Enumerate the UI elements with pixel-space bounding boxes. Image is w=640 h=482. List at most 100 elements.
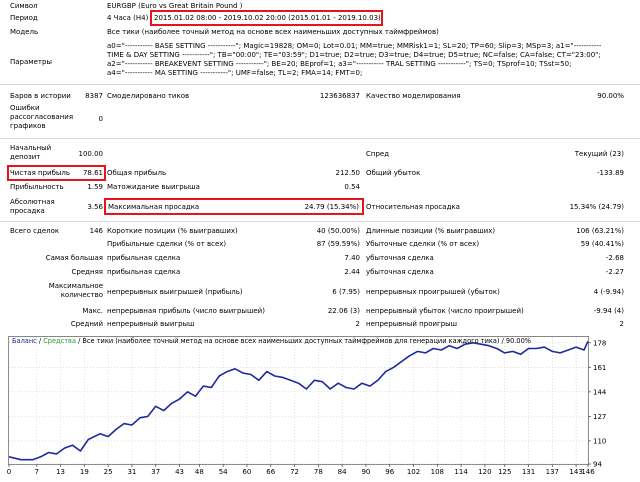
x-tick-label: 31 [127, 468, 136, 476]
x-tick-label: 19 [80, 468, 89, 476]
maximal-label: Макс. [82, 307, 103, 315]
profit-factor-value: 1.59 [87, 183, 103, 191]
loss-trades-value: 59 (40.41%) [580, 240, 624, 248]
errors-value: 0 [98, 115, 103, 123]
spread-value: Текущий (23) [574, 150, 624, 158]
max-cons-wins-value: 6 (7.95) [332, 288, 360, 296]
x-tick-label: 131 [522, 468, 535, 476]
x-tick-label: 7 [35, 468, 39, 476]
deposit-label-1: Начальный [10, 144, 52, 152]
max-label-1: Максимальное [48, 282, 103, 290]
separator [0, 138, 640, 139]
gross-profit-value: 212.50 [335, 169, 361, 177]
legend-equity: Средства [43, 337, 76, 345]
largest-label: Самая большая [45, 254, 103, 262]
largest-profit-label: прибыльная сделка [107, 254, 181, 262]
expected-payoff-value: 0.54 [344, 183, 360, 191]
abs-dd-label-2: просадка [10, 207, 45, 215]
max-dd-highlight [104, 198, 364, 215]
model-value: Все тики (наиболее точный метод на основ… [107, 28, 439, 36]
avg-cons-label: Средний [70, 320, 103, 328]
long-value: 106 (63.21%) [576, 227, 624, 235]
max-cons-losses-label: непрерывных проигрышей (убыток) [366, 288, 500, 296]
avg-cons-losses-label: непрерывный проигрыш [366, 320, 458, 328]
period-prefix: 4 Часа (H4) [107, 14, 149, 22]
separator [0, 221, 640, 222]
max-label-2: количество [60, 291, 103, 299]
x-tick-label: 120 [478, 468, 491, 476]
avg-cons-wins-value: 2 [355, 320, 360, 328]
average-loss-label: убыточная сделка [366, 268, 434, 276]
quality-value: 90.00% [597, 92, 624, 100]
maximal-profit-label: непрерывная прибыль (число выигрышей) [107, 307, 265, 315]
rel-dd-label: Относительная просадка [366, 203, 460, 211]
x-tick-label: 78 [314, 468, 323, 476]
balance-chart: Баланс / Средства / Все тики (наиболее т… [0, 332, 640, 480]
profit-trades-value: 87 (59.59%) [316, 240, 360, 248]
x-tick-label: 0 [7, 468, 11, 476]
deposit-label-2: депозит [10, 153, 41, 161]
average-label: Средняя [71, 268, 103, 276]
max-cons-losses-value: 4 (-9.94) [593, 288, 624, 296]
x-tick-label: 66 [266, 468, 275, 476]
quality-label: Качество моделирования [366, 92, 461, 100]
profit-factor-label: Прибыльность [10, 183, 64, 191]
params-line-1: a0="----------- BASE SETTING -----------… [107, 42, 602, 50]
period-highlight [150, 10, 383, 26]
total-trades-label: Всего сделок [10, 227, 60, 235]
symbol-label: Символ [10, 2, 38, 10]
max-cons-wins-label: непрерывных выигрышей (прибыль) [107, 288, 243, 296]
x-tick-label: 60 [242, 468, 251, 476]
abs-dd-label-1: Абсолютная [10, 198, 55, 206]
x-tick-label: 54 [219, 468, 228, 476]
chart-header: Баланс / Средства / Все тики (наиболее т… [12, 337, 531, 345]
y-tick-label: 178 [593, 339, 606, 347]
params-line-2: TIME & DAY SETTING -----------"; TB="00:… [107, 51, 601, 59]
gross-loss-value: -133.89 [596, 169, 624, 177]
x-tick-label: 114 [454, 468, 468, 476]
x-tick-label: 102 [407, 468, 420, 476]
x-tick-label: 96 [385, 468, 394, 476]
net-profit-highlight [7, 165, 106, 181]
average-profit-label: прибыльная сделка [107, 268, 181, 276]
errors-label-3: графиков [10, 122, 46, 130]
ticks-label: Смоделировано тиков [107, 92, 190, 100]
y-tick-label: 144 [593, 388, 607, 396]
gross-profit-label: Общая прибыль [107, 169, 167, 177]
x-tick-label: 13 [56, 468, 65, 476]
largest-loss-value: -2.68 [605, 254, 624, 262]
y-tick-label: 94 [593, 461, 602, 469]
x-tick-label: 72 [290, 468, 299, 476]
params-label: Параметры [10, 58, 52, 66]
x-tick-label: 84 [338, 468, 347, 476]
maximal-profit-value: 22.06 (3) [327, 307, 360, 315]
x-tick-label: 43 [175, 468, 184, 476]
x-tick-label: 125 [498, 468, 511, 476]
ticks-value: 123636837 [319, 92, 360, 100]
x-tick-label: 108 [431, 468, 444, 476]
params-line-3: a2="----------- BREAKEVENT SETTING -----… [107, 60, 572, 68]
deposit-value: 100.00 [78, 150, 104, 158]
loss-trades-label: Убыточные сделки (% от всех) [366, 240, 480, 248]
expected-payoff-label: Матожидание выигрыша [107, 183, 200, 191]
avg-cons-losses-value: 2 [619, 320, 624, 328]
x-tick-label: 48 [195, 468, 204, 476]
x-tick-label: 37 [151, 468, 160, 476]
avg-cons-wins-label: непрерывный выигрыш [107, 320, 195, 328]
balance-chart-svg: Баланс / Средства / Все тики (наиболее т… [7, 336, 607, 476]
chart-subtitle: / Все тики (наиболее точный метод на осн… [76, 337, 531, 345]
total-trades-value: 146 [89, 227, 103, 235]
short-value: 40 (50.00%) [316, 227, 360, 235]
short-label: Короткие позиции (% выигравших) [107, 227, 238, 235]
x-tick-label: 25 [104, 468, 113, 476]
legend-balance: Баланс [12, 337, 37, 345]
average-loss-value: -2.27 [605, 268, 624, 276]
plot-frame [8, 336, 589, 465]
maximal-loss-label: непрерывный убыток (число проигрышей) [366, 307, 524, 315]
params-line-4: a4="----------- MA SETTING -----------";… [107, 69, 363, 77]
profit-trades-label: Прибыльные сделки (% от всех) [107, 240, 227, 248]
spread-label: Спред [366, 150, 390, 158]
y-tick-label: 161 [593, 364, 606, 372]
gross-loss-label: Общий убыток [366, 169, 421, 177]
rel-dd-value: 15.34% (24.79) [569, 203, 624, 211]
